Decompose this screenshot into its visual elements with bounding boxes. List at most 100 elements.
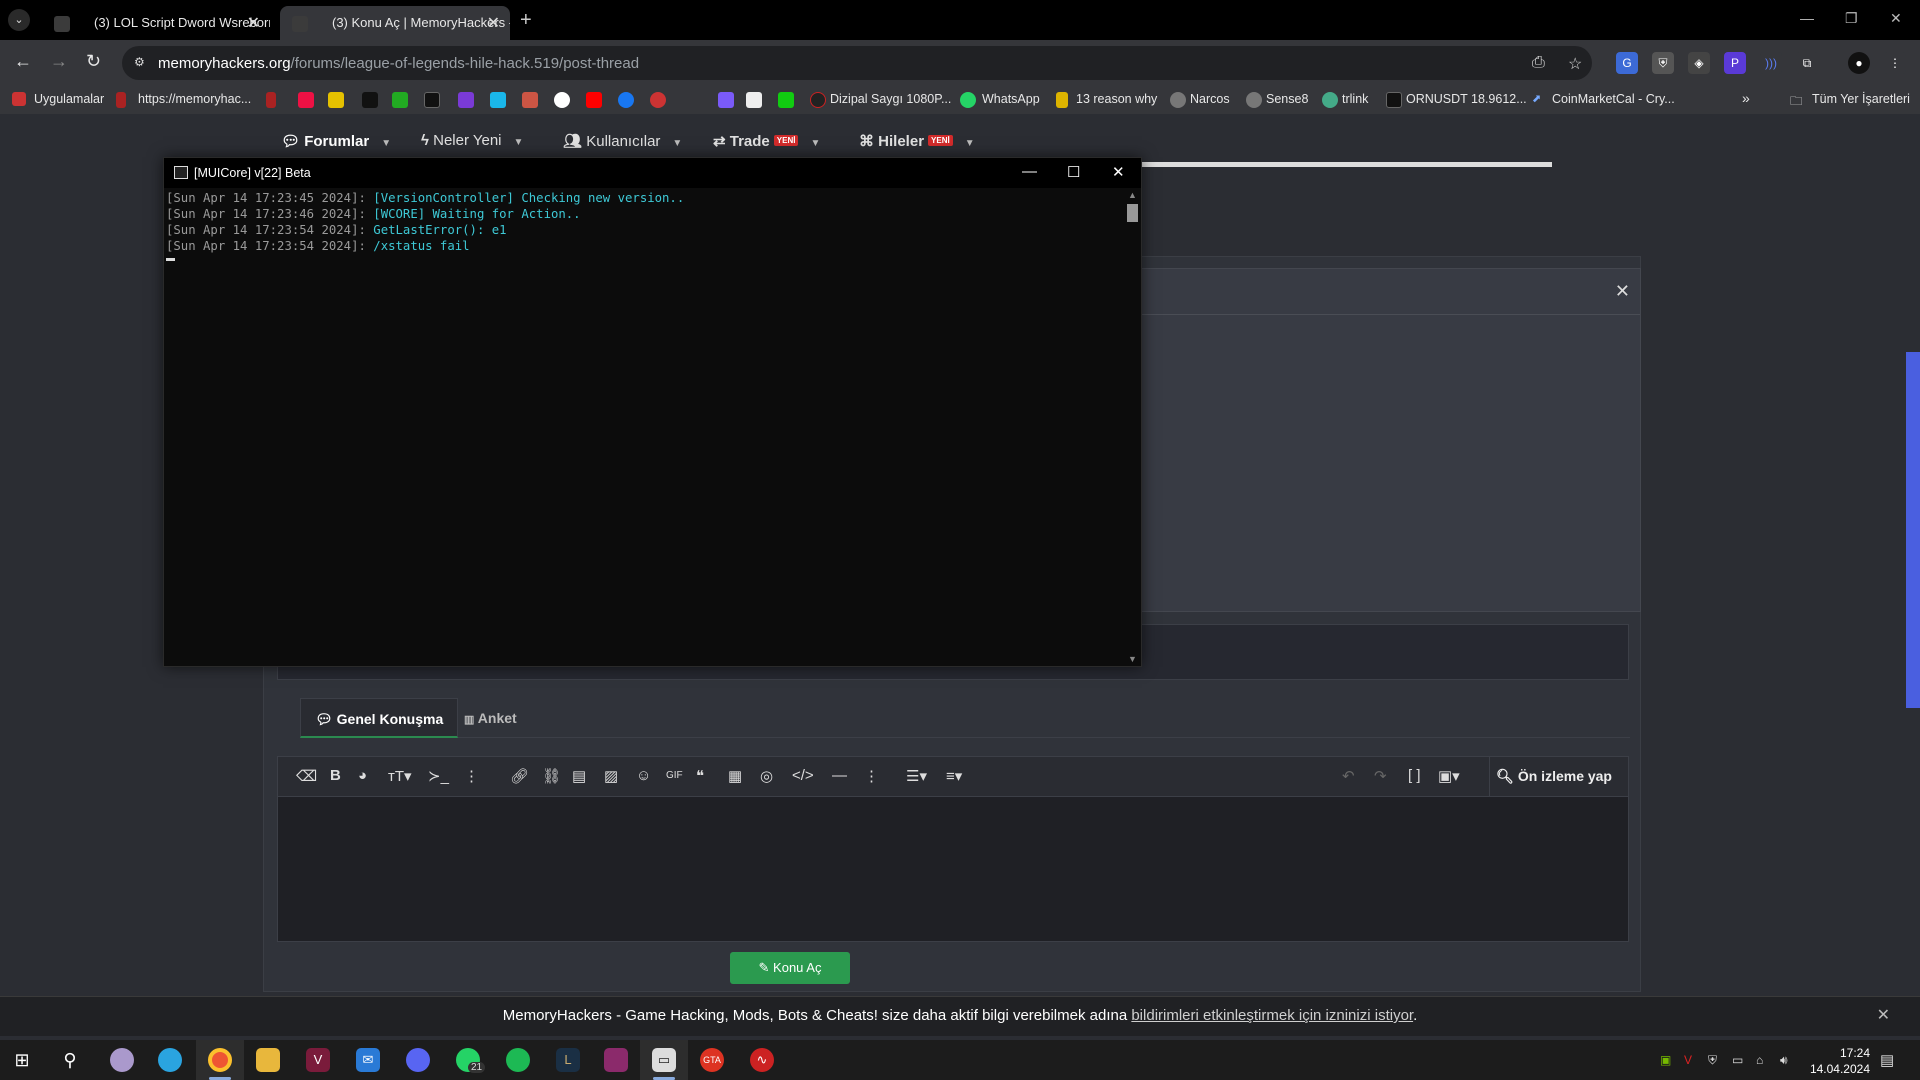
tab-konu-ac[interactable]: (3) Konu Aç | MemoryHackers - ✕: [280, 6, 510, 40]
fullscreen-icon[interactable]: [ ]: [1408, 767, 1421, 784]
mail-icon[interactable]: ✉: [356, 1048, 380, 1072]
discord-icon[interactable]: [406, 1048, 430, 1072]
quote-icon[interactable]: ❝: [696, 767, 704, 785]
console-titlebar[interactable]: [MUICore] v[22] Beta — ☐ ✕: [164, 158, 1141, 188]
scroll-thumb[interactable]: [1127, 204, 1138, 222]
drafts-icon[interactable]: ▣▾: [1438, 767, 1460, 785]
vpn-extension-icon[interactable]: ◈: [1688, 52, 1710, 74]
notifications-icon[interactable]: ▤: [1880, 1051, 1894, 1069]
scroll-down-icon[interactable]: ▼: [1128, 654, 1137, 664]
extensions-puzzle-icon[interactable]: ⧉: [1796, 52, 1818, 74]
bookmark-icon[interactable]: [650, 92, 666, 108]
media-icon[interactable]: ▤: [572, 767, 586, 785]
volume-icon[interactable]: 🔊︎: [1780, 1053, 1788, 1068]
bookmark-icon[interactable]: [718, 92, 734, 108]
console-scrollbar[interactable]: ▲ ▼: [1124, 188, 1141, 666]
nav-trade[interactable]: ⇄ Trade YENİ ▼: [713, 132, 820, 150]
nvidia-icon[interactable]: ▣: [1660, 1053, 1671, 1067]
bookmark-narcos[interactable]: Narcos: [1190, 92, 1230, 106]
winrar-icon[interactable]: [604, 1048, 628, 1072]
close-icon[interactable]: ✕: [1615, 281, 1630, 302]
app-icon[interactable]: [110, 1048, 134, 1072]
page-scrollbar[interactable]: [1906, 352, 1920, 708]
edge-icon[interactable]: [158, 1048, 182, 1072]
bookmark-icon[interactable]: [298, 92, 314, 108]
nav-forumlar[interactable]: 💬︎ Forumlar ▼: [281, 132, 391, 150]
tab-anket[interactable]: ▥ Anket: [450, 698, 531, 738]
bookmark-apps[interactable]: Uygulamalar: [34, 92, 104, 106]
close-icon[interactable]: ✕: [1112, 163, 1125, 181]
bookmark-star-icon[interactable]: ☆: [1568, 54, 1582, 74]
console-output[interactable]: [Sun Apr 14 17:23:45 2024]: [VersionCont…: [166, 190, 1116, 664]
bookmark-whatsapp[interactable]: WhatsApp: [982, 92, 1040, 106]
back-icon[interactable]: ←: [14, 51, 32, 72]
system-clock[interactable]: 17:24 14.04.2024: [1810, 1045, 1870, 1077]
bookmark-13-reason-why[interactable]: 13 reason why: [1076, 92, 1157, 106]
league-of-legends-icon[interactable]: L: [556, 1048, 580, 1072]
code-icon[interactable]: </>: [792, 767, 814, 784]
bookmark-s-icon[interactable]: [328, 92, 344, 108]
spoiler-eye-icon[interactable]: ◎: [760, 767, 773, 785]
facebook-icon[interactable]: [618, 92, 634, 108]
minimize-icon[interactable]: —: [1800, 10, 1814, 26]
list-icon[interactable]: ☰▾: [906, 767, 927, 785]
twitch-icon[interactable]: [458, 92, 474, 108]
chevron-down-icon[interactable]: ▼: [514, 137, 524, 148]
tab-lol-script[interactable]: (3) LOL Script Dword Wsreborn ✕: [42, 6, 270, 40]
close-icon[interactable]: ✕: [1877, 997, 1890, 1035]
undo-icon[interactable]: ↶: [1342, 767, 1355, 785]
maximize-icon[interactable]: ☐: [1067, 163, 1080, 181]
url-field[interactable]: ⚙ memoryhackers.org/forums/league-of-leg…: [122, 46, 1592, 80]
table-icon[interactable]: ▦: [728, 767, 742, 785]
translate-extension-icon[interactable]: G: [1616, 52, 1638, 74]
paypal-extension-icon[interactable]: P: [1724, 52, 1746, 74]
gta-icon[interactable]: GTA: [700, 1048, 724, 1072]
vimeo-icon[interactable]: [490, 92, 506, 108]
forward-icon[interactable]: →: [50, 51, 68, 72]
bookmark-icon[interactable]: [424, 92, 440, 108]
submit-thread-button[interactable]: ✎ Konu Aç: [730, 952, 850, 984]
close-window-icon[interactable]: ✕: [1890, 10, 1902, 27]
profile-avatar[interactable]: ●: [1848, 52, 1870, 74]
console-app-icon[interactable]: ▭: [652, 1048, 676, 1072]
more-options-icon[interactable]: ⋮: [864, 767, 879, 785]
kick-icon[interactable]: [778, 92, 794, 108]
close-tab-icon[interactable]: ✕: [247, 13, 260, 33]
network-icon[interactable]: ⌂: [1756, 1053, 1763, 1067]
unlink-icon[interactable]: ⛓: [542, 767, 561, 785]
horizontal-line-icon[interactable]: —: [832, 767, 847, 784]
bookmark-memoryhackers[interactable]: https://memoryhac...: [138, 92, 251, 106]
bookmark-trlink[interactable]: trlink: [1342, 92, 1368, 106]
chrome-menu-icon[interactable]: ⋮: [1884, 52, 1906, 74]
youtube-icon[interactable]: [586, 92, 602, 108]
nav-neler-yeni[interactable]: ϟ Neler Yeni ▼: [421, 132, 523, 149]
bold-icon[interactable]: B: [330, 767, 341, 784]
search-icon[interactable]: ⚲: [58, 1048, 82, 1072]
restore-icon[interactable]: ❐: [1845, 10, 1858, 27]
battery-icon[interactable]: ▭: [1732, 1053, 1743, 1067]
apps-grid-icon[interactable]: [12, 92, 26, 106]
eraser-icon[interactable]: ⌫: [296, 767, 317, 785]
file-explorer-icon[interactable]: [256, 1048, 280, 1072]
bookmark-icon[interactable]: [522, 92, 538, 108]
antivirus-icon[interactable]: V: [1684, 1053, 1692, 1067]
close-tab-icon[interactable]: ✕: [487, 13, 500, 33]
reload-icon[interactable]: ↻: [86, 51, 101, 72]
more-options-icon[interactable]: ⋮: [464, 767, 479, 785]
nav-kullanicilar[interactable]: 👥︎ Kullanıcılar ▼: [563, 132, 682, 150]
bookmark-ornusdt[interactable]: ORNUSDT 18.9612...: [1406, 92, 1527, 106]
chevron-down-icon[interactable]: ▼: [965, 138, 975, 149]
palette-icon[interactable]: ◕: [358, 767, 367, 784]
spotify-icon[interactable]: [506, 1048, 530, 1072]
minimize-icon[interactable]: —: [1022, 163, 1037, 180]
chevron-down-icon[interactable]: ▼: [381, 138, 391, 149]
chevron-down-icon[interactable]: ▼: [672, 138, 682, 149]
windows-start-icon[interactable]: ⊞: [10, 1048, 34, 1072]
bookmark-sense8[interactable]: Sense8: [1266, 92, 1308, 106]
more-bookmarks-icon[interactable]: »: [1742, 90, 1750, 106]
nav-hileler[interactable]: ⌘ Hileler YENİ ▼: [859, 132, 975, 150]
shield-extension-icon[interactable]: ⛨: [1652, 52, 1674, 74]
monitor-icon[interactable]: ∿: [750, 1048, 774, 1072]
google-icon[interactable]: [554, 92, 570, 108]
tiktok-icon[interactable]: [362, 92, 378, 108]
